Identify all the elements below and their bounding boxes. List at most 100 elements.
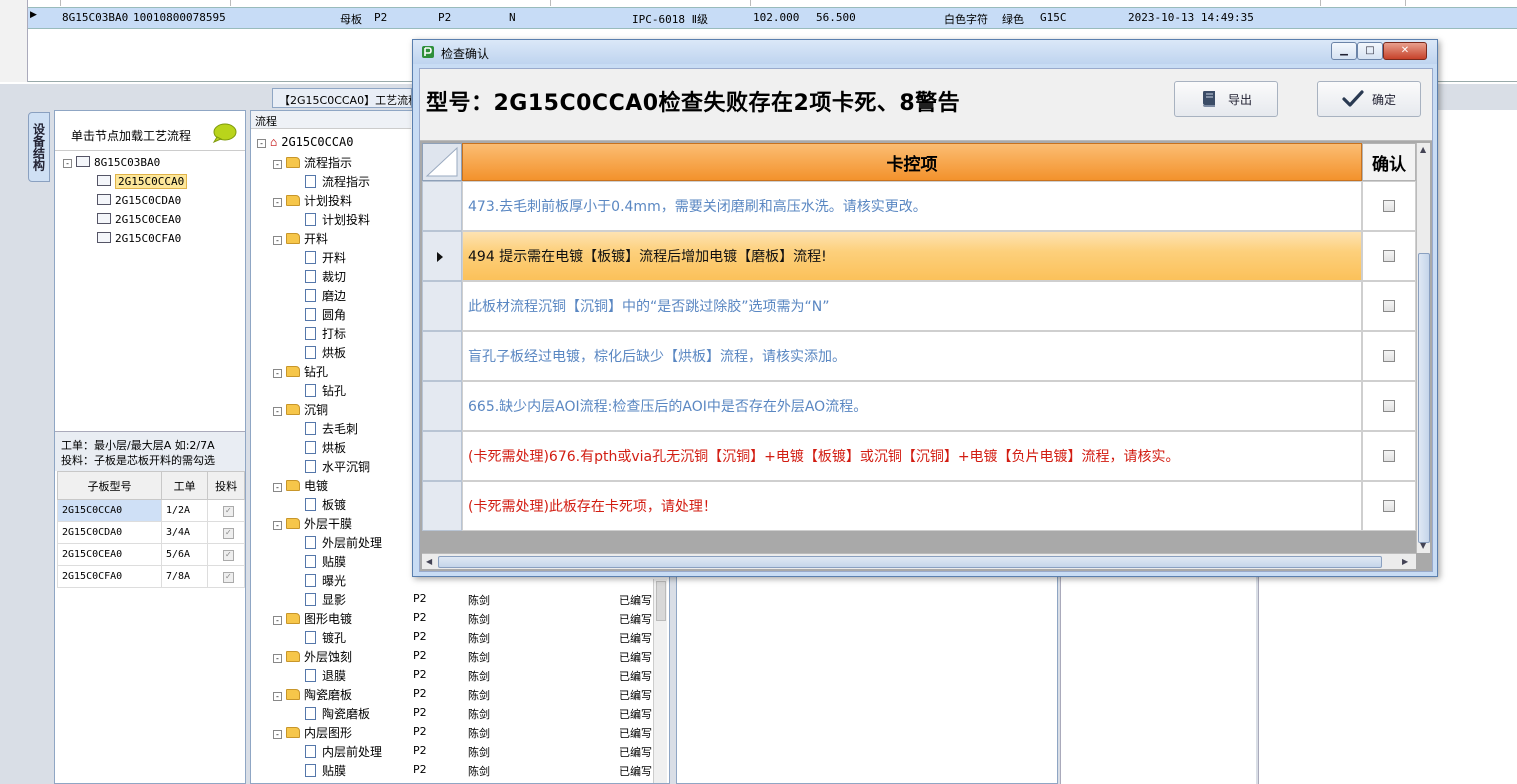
dialog-titlebar[interactable]: 检查确认 ▁ □ ✕	[413, 40, 1437, 64]
flow-group-node[interactable]: - 沉铜	[273, 401, 328, 418]
scroll-up-icon[interactable]: ▲	[1420, 145, 1426, 154]
flow-step-node[interactable]: 显影	[305, 591, 346, 608]
flow-step-node[interactable]: 打标	[305, 325, 346, 342]
flow-group-node[interactable]: - 计划投料	[273, 192, 352, 209]
flow-group-node[interactable]: - 流程指示	[273, 154, 352, 171]
flow-step-node[interactable]: 外层前处理	[305, 534, 382, 551]
col-header-confirm[interactable]: 确认	[1362, 143, 1416, 181]
flow-step-node[interactable]: 去毛刺	[305, 420, 358, 437]
flow-step-node[interactable]: 圆角	[305, 306, 346, 323]
confirm-checkbox[interactable]	[1383, 200, 1395, 212]
confirm-checkbox[interactable]	[1383, 350, 1395, 362]
folder-icon	[286, 480, 300, 491]
minimize-button[interactable]: ▁	[1331, 42, 1357, 60]
grid-cell-status: 已编写	[619, 708, 652, 721]
table-row[interactable]: 494 提示需在电镀【板镀】流程后增加电镀【磨板】流程!	[422, 231, 1416, 281]
flow-step-node[interactable]: 烘板	[305, 344, 346, 361]
top-grid-row-selected[interactable]: 8G15C03BA0 10010800078595 母板 P2 P2 N IPC…	[28, 7, 1517, 29]
tab-device-structure[interactable]: 设备结构	[28, 112, 50, 182]
grid-horizontal-scrollbar[interactable]: ◀ ▶	[422, 553, 1416, 569]
flow-step-node[interactable]: 镀孔	[305, 629, 346, 646]
flow-scrollbar[interactable]	[653, 579, 667, 783]
col-sub-model[interactable]: 子板型号	[57, 471, 162, 500]
flow-step-node[interactable]: 贴膜	[305, 762, 346, 779]
grid-cell-person: 陈剑	[468, 613, 490, 626]
grid-cell-person: 陈剑	[468, 727, 490, 740]
flow-step-node[interactable]: 陶瓷磨板	[305, 705, 370, 722]
flow-step-node[interactable]: 流程指示	[305, 173, 370, 190]
grid-cell-person: 陈剑	[468, 765, 490, 778]
feeding-checkbox[interactable]: ✓	[222, 571, 234, 583]
select-all-corner[interactable]	[422, 143, 462, 181]
scroll-down-icon[interactable]: ▼	[1420, 541, 1426, 550]
flow-group-node[interactable]: - 图形电镀	[273, 610, 352, 627]
flow-step-node[interactable]: 板镀	[305, 496, 346, 513]
table-row[interactable]: 2G15C0CCA0 1/2A ✓	[57, 499, 245, 522]
tree-node[interactable]: 2G15C0CDA0	[97, 194, 181, 207]
export-button[interactable]: 导出	[1174, 81, 1278, 117]
col-header-control-item[interactable]: 卡控项	[462, 143, 1362, 181]
row-header[interactable]	[422, 281, 462, 331]
scroll-left-icon[interactable]: ◀	[426, 557, 432, 566]
flow-scroll-thumb[interactable]	[656, 581, 666, 621]
flow-step-node[interactable]: 贴膜	[305, 553, 346, 570]
cell-board-type: 母板	[340, 13, 362, 26]
grid-vertical-scrollbar[interactable]: ▲ ▼	[1416, 143, 1430, 553]
feeding-checkbox[interactable]: ✓	[222, 549, 234, 561]
table-row[interactable]: 2G15C0CEA0 5/6A ✓	[57, 543, 245, 566]
flow-step-node[interactable]: 裁切	[305, 268, 346, 285]
flow-step-node[interactable]: 退膜	[305, 667, 346, 684]
col-feeding[interactable]: 投料	[207, 471, 245, 500]
scroll-right-icon[interactable]: ▶	[1402, 557, 1408, 566]
grid-cell-status: 已编写	[619, 651, 652, 664]
flow-group-node[interactable]: - 外层蚀刻	[273, 648, 352, 665]
tab-process-flow[interactable]: 【2G15C0CCA0】工艺流程	[272, 88, 412, 108]
flow-step-node[interactable]: 内层前处理	[305, 743, 382, 760]
confirm-checkbox[interactable]	[1383, 300, 1395, 312]
confirm-checkbox[interactable]	[1383, 400, 1395, 412]
flow-group-node[interactable]: - 外层干膜	[273, 515, 352, 532]
table-row[interactable]: (卡死需处理)676.有pth或via孔无沉铜【沉铜】+电镀【板镀】或沉铜【沉铜…	[422, 431, 1416, 481]
close-button[interactable]: ✕	[1383, 42, 1427, 60]
maximize-button[interactable]: □	[1357, 42, 1383, 60]
row-header[interactable]	[422, 331, 462, 381]
flow-group-node[interactable]: - 电镀	[273, 477, 328, 494]
confirm-checkbox[interactable]	[1383, 500, 1395, 512]
feeding-checkbox[interactable]: ✓	[222, 505, 234, 517]
tree-node[interactable]: 2G15C0CEA0	[97, 213, 181, 226]
flow-step-node[interactable]: 水平沉铜	[305, 458, 370, 475]
flow-root-node[interactable]: - ⌂ 2G15C0CCA0	[257, 135, 353, 149]
table-row[interactable]: 此板材流程沉铜【沉铜】中的“是否跳过除胶”选项需为“N”	[422, 281, 1416, 331]
flow-group-node[interactable]: - 陶瓷磨板	[273, 686, 352, 703]
table-row[interactable]: 2G15C0CFA0 7/8A ✓	[57, 565, 245, 588]
row-header[interactable]	[422, 431, 462, 481]
flow-group-node[interactable]: - 钻孔	[273, 363, 328, 380]
row-header[interactable]	[422, 381, 462, 431]
table-row[interactable]: 665.缺少内层AOI流程:检查压后的AOI中是否存在外层AO流程。	[422, 381, 1416, 431]
flow-group-node[interactable]: - 开料	[273, 230, 328, 247]
flow-step-node[interactable]: 钻孔	[305, 382, 346, 399]
flow-step-node[interactable]: 曝光	[305, 572, 346, 589]
flow-step-node[interactable]: 烘板	[305, 439, 346, 456]
flow-step-node[interactable]: 计划投料	[305, 211, 370, 228]
table-row[interactable]: 盲孔子板经过电镀，棕化后缺少【烘板】流程，请核实添加。	[422, 331, 1416, 381]
confirm-button[interactable]: 确定	[1317, 81, 1421, 117]
confirm-checkbox[interactable]	[1383, 450, 1395, 462]
horizontal-scroll-thumb[interactable]	[438, 556, 1382, 568]
vertical-scroll-thumb[interactable]	[1418, 253, 1430, 543]
tree-root-node[interactable]: -8G15C03BA0	[63, 156, 160, 169]
feeding-checkbox[interactable]: ✓	[222, 527, 234, 539]
table-row[interactable]: 2G15C0CDA0 3/4A ✓	[57, 521, 245, 544]
tree-node[interactable]: 2G15C0CFA0	[97, 232, 181, 245]
flow-group-node[interactable]: - 内层图形	[273, 724, 352, 741]
tree-node[interactable]: 2G15C0CCA0	[97, 174, 188, 189]
table-row[interactable]: 473.去毛刺前板厚小于0.4mm，需要关闭磨刷和高压水洗。请核实更改。	[422, 181, 1416, 231]
confirm-checkbox[interactable]	[1383, 250, 1395, 262]
flow-step-node[interactable]: 磨边	[305, 287, 346, 304]
flow-step-node[interactable]: 开料	[305, 249, 346, 266]
table-row[interactable]: (卡死需处理)此板存在卡死项，请处理！	[422, 481, 1416, 531]
row-header[interactable]	[422, 181, 462, 231]
row-header[interactable]	[422, 481, 462, 531]
row-header[interactable]	[422, 231, 462, 281]
col-work-order[interactable]: 工单	[160, 471, 209, 500]
